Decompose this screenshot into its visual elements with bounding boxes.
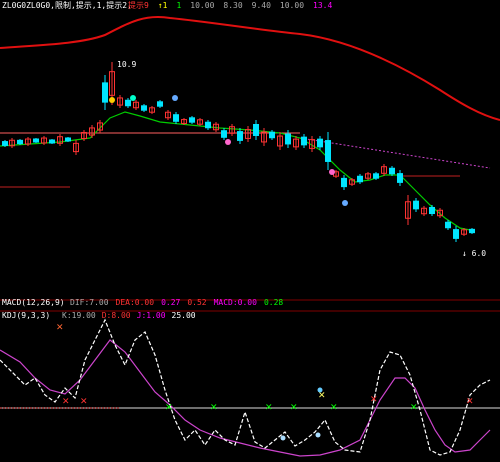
kdj-header-item-1: D:8.00 <box>101 311 131 320</box>
candle-body-45 <box>357 175 363 183</box>
macd-header-items: DIF:7.00 DEA:0.00 0.27 0.52 MACD:0.00 0.28 <box>70 298 290 308</box>
kdj-header-item-2: J:1.00 <box>136 311 166 320</box>
indicator-marker-11: ✕ <box>466 397 474 407</box>
macd-header-name: MACD(12,26,9) <box>2 298 65 307</box>
top-header-item-4: 8.30 <box>223 1 243 10</box>
candle-body-56 <box>445 221 451 229</box>
kdj-header-name: KDJ(9,3,3) <box>2 311 51 320</box>
candle-body-22 <box>173 114 179 122</box>
top-header-item-6: 10.00 <box>279 1 305 10</box>
top-header-item-1: ↑1 <box>157 1 168 10</box>
indicator-marker-1: ✕ <box>62 397 70 407</box>
macd-header-item-3: 0.52 <box>187 298 207 307</box>
high-price-label: 10.9 <box>117 60 137 69</box>
kdj-header-items: K:19.00 D:8.00 J:1.00 25.00 <box>62 311 202 321</box>
candle-body-16 <box>125 99 131 107</box>
candle-body-47 <box>373 173 379 179</box>
candle-body-24 <box>189 117 195 123</box>
low-price-label: ↓ 6.0 <box>462 249 487 258</box>
macd-header-item-0: DIF:7.00 <box>70 298 109 307</box>
candle-body-57 <box>453 229 459 239</box>
indicator-marker-3: ✕ <box>165 403 173 413</box>
signal-dot-2 <box>172 95 178 101</box>
candle-body-2 <box>17 139 23 145</box>
candle-body-41 <box>325 140 331 162</box>
candle-body-28 <box>221 130 227 138</box>
indicator-marker-7: ✕ <box>318 391 326 401</box>
top-header-item-5: 9.40 <box>251 1 271 10</box>
stock-chart[interactable]: ✕ ✕ ✕ ✕ ✕ ✕ ✕ ✕ ✕ ✕ ✕ ✕ <box>0 0 500 462</box>
kdj-header-item-0: K:19.00 <box>62 311 96 320</box>
indicator-dot-1 <box>280 435 286 441</box>
signal-dot-5 <box>342 200 348 206</box>
candle-body-0 <box>2 141 8 146</box>
indicator-marker-10: ✕ <box>410 403 418 413</box>
candle-body-40 <box>317 138 323 148</box>
top-header-item-3: 10.00 <box>190 1 215 10</box>
top-header-items: 提示9 ↑1 1 10.00 8.30 9.40 10.00 13.4 <box>128 1 341 11</box>
candle-body-20 <box>157 101 163 107</box>
candle-body-4 <box>33 138 39 143</box>
macd-header-item-1: DEA:0.00 <box>115 298 155 307</box>
indicator-marker-8: ✕ <box>330 403 338 413</box>
candle-body-38 <box>301 136 307 146</box>
candle-body-43 <box>341 177 347 188</box>
candle-body-50 <box>397 173 403 183</box>
candle-body-26 <box>205 121 211 129</box>
candle-body-8 <box>65 137 71 142</box>
signal-dot-1 <box>130 95 136 101</box>
indicator-marker-5: ✕ <box>265 403 273 413</box>
top-header-item-0: 提示9 <box>128 1 149 10</box>
macd-header-item-5: 0.28 <box>263 298 284 307</box>
top-header-item-2: 1 <box>176 1 182 10</box>
candle-body-59 <box>469 228 475 234</box>
candle-body-49 <box>389 167 395 175</box>
candle-body-52 <box>413 200 419 210</box>
candle-body-32 <box>253 124 259 136</box>
candle-body-36 <box>285 133 291 145</box>
indicator-dot-2 <box>315 432 321 438</box>
candle-body-54 <box>429 206 435 215</box>
signal-dot-3 <box>225 139 231 145</box>
candle-body-18 <box>141 105 147 111</box>
candle-body-13 <box>102 82 108 103</box>
indicator-marker-6: ✕ <box>290 403 298 413</box>
indicator-marker-4: ✕ <box>210 403 218 413</box>
indicator-marker-2: ✕ <box>80 397 88 407</box>
indicator-marker-9: ✕ <box>370 395 378 405</box>
signal-dot-0 <box>109 97 115 103</box>
candle-body-34 <box>269 131 275 139</box>
signal-dot-4 <box>329 169 335 175</box>
top-header-item-7: 13.4 <box>313 1 333 10</box>
indicator-marker-0: ✕ <box>56 323 64 333</box>
kdj-header-item-3: 25.00 <box>171 311 196 320</box>
candle-body-30 <box>237 131 243 141</box>
indicator-dot-0 <box>317 387 323 393</box>
candle-body-6 <box>49 139 55 144</box>
chart-background <box>0 0 500 462</box>
macd-header-item-2: 0.27 <box>161 298 181 307</box>
chart-title: ZL0G0ZL0G0,限制,提示,1,提示2, <box>2 1 132 10</box>
macd-header-item-4: MACD:0.00 <box>213 298 257 307</box>
